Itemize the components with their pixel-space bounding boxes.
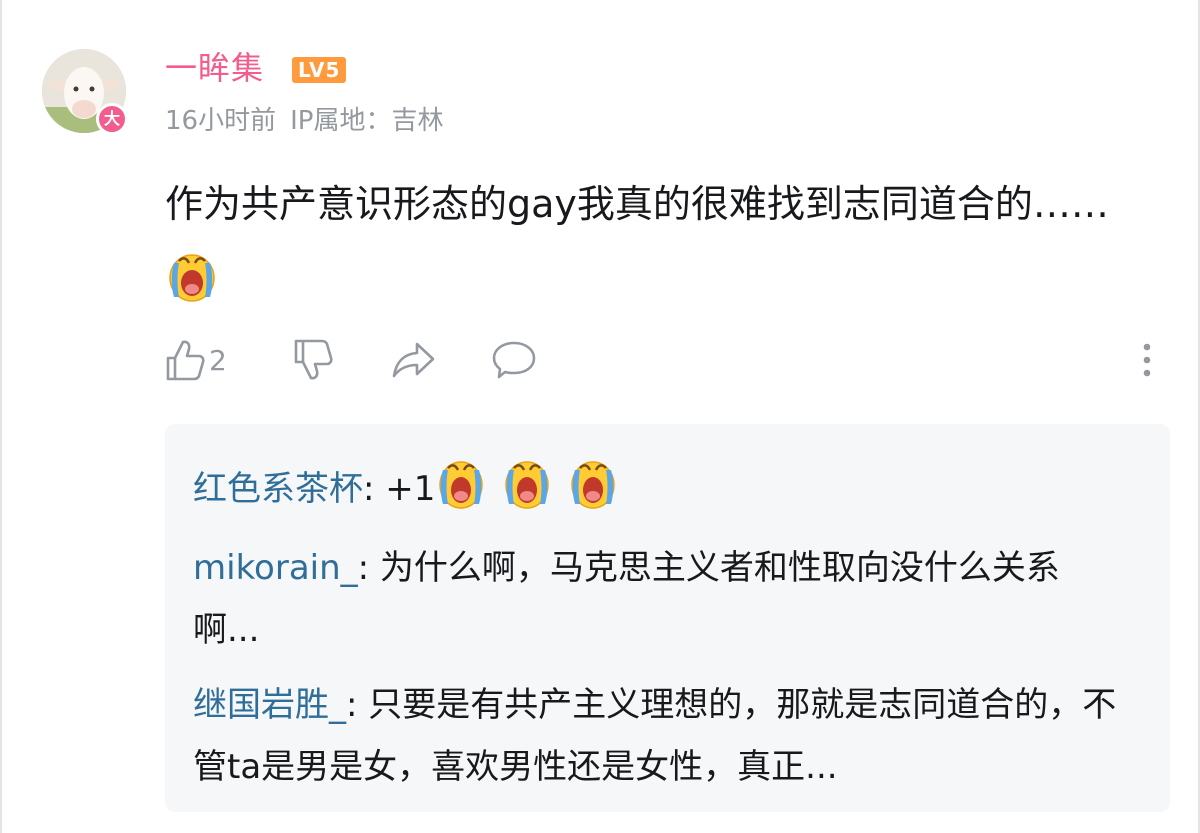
reply-text: +1: [385, 469, 436, 509]
level-badge: LV5: [292, 57, 347, 83]
reply-separator: :: [346, 685, 369, 725]
crying-face-emoji-icon: [505, 461, 550, 509]
reply-button[interactable]: [491, 334, 537, 386]
ip-location: IP属地：吉林: [290, 106, 444, 136]
thumbs-up-icon: [166, 340, 205, 381]
crying-face-emoji-icon: [169, 254, 215, 302]
share-button[interactable]: [391, 334, 437, 386]
comment-text: 作为共产意识形态的gay我真的很难找到志同道合的……: [165, 182, 1109, 226]
share-icon: [392, 342, 435, 378]
more-options-button[interactable]: [1132, 338, 1162, 382]
comment-time: 16小时前: [165, 106, 277, 136]
reply-item[interactable]: 红色系茶杯: +1: [193, 454, 1123, 520]
reply-username[interactable]: mikorain_: [193, 548, 358, 588]
thumbs-down-icon: [294, 339, 333, 380]
comment-actions: 2: [165, 334, 1165, 386]
reply-username[interactable]: 红色系茶杯: [193, 469, 363, 509]
crying-face-emoji-icon: [571, 461, 616, 509]
more-vertical-icon: [1143, 343, 1151, 377]
comment-bubble-icon: [492, 341, 536, 379]
reply-separator: :: [357, 548, 380, 588]
comment-meta: 16小时前 IP属地：吉林: [165, 101, 457, 141]
reply-separator: :: [363, 469, 386, 509]
crying-face-emoji-icon: [439, 461, 484, 509]
comment-text-block: 作为共产意识形态的gay我真的很难找到志同道合的……: [165, 167, 1115, 315]
reply-item[interactable]: mikorain_: 为什么啊，马克思主义者和性取向没什么关系啊...: [193, 537, 1123, 661]
reply-preview-panel[interactable]: 红色系茶杯: +1 mikorain_: 为什么啊，马克思主义者和性取向没什么关…: [165, 424, 1170, 812]
vip-badge: 大: [96, 103, 128, 135]
comment-card: 大 一眸集 LV5 16小时前 IP属地：吉林 作为共产意识形态的gay我真的很难…: [0, 0, 1200, 833]
reply-username[interactable]: 继国岩胜_: [193, 685, 346, 725]
username[interactable]: 一眸集: [165, 46, 264, 90]
reply-item[interactable]: 继国岩胜_: 只要是有共产主义理想的，那就是志同道合的，不管ta是男是女，喜欢男…: [193, 674, 1123, 798]
dislike-button[interactable]: [293, 334, 333, 386]
like-count: 2: [209, 343, 227, 377]
like-button[interactable]: 2: [165, 334, 227, 386]
